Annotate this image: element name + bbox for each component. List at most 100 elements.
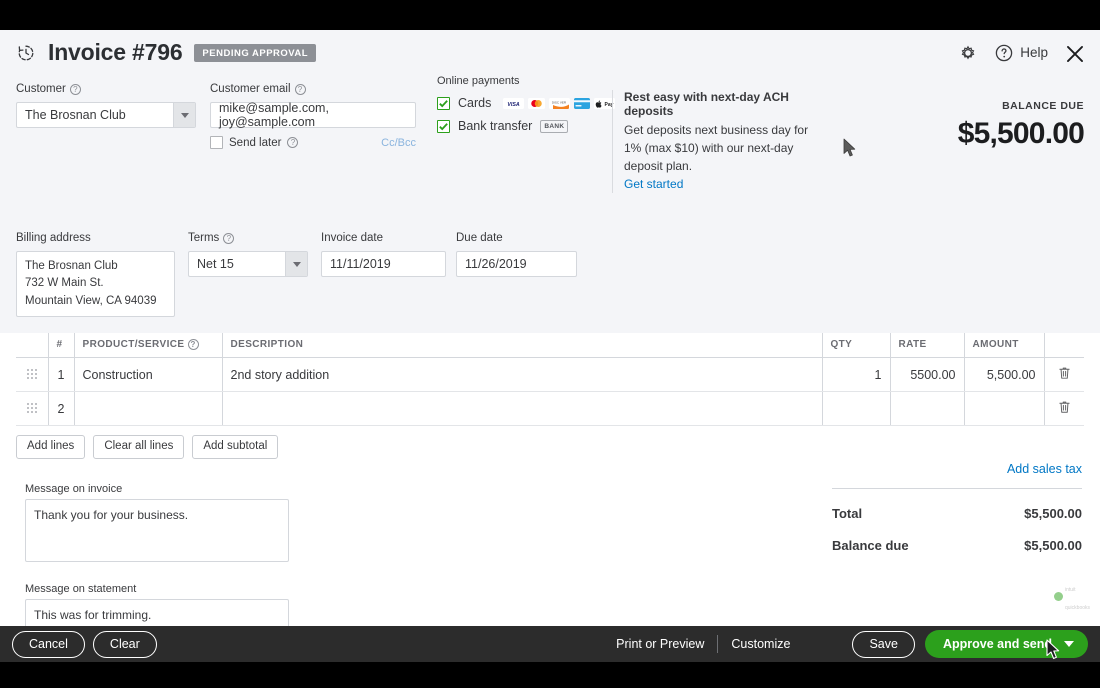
watermark-brand-top: intuit <box>1064 587 1076 593</box>
balance-due-display: BALANCE DUE $5,500.00 <box>958 100 1085 151</box>
question-circle-icon <box>994 43 1014 63</box>
header-right-group: Help <box>958 43 1084 63</box>
table-row[interactable]: 1 Construction 2nd story addition 1 5500… <box>16 357 1084 392</box>
bottom-center-links: Print or Preview Customize <box>616 635 790 653</box>
clear-button[interactable]: Clear <box>92 630 157 658</box>
question-mark-icon[interactable]: ? <box>287 137 299 148</box>
get-started-link[interactable]: Get started <box>624 177 683 191</box>
line-items-table-wrapper: # PRODUCT/SERVICE ? DESCRIPTION QTY RATE… <box>0 333 1100 426</box>
customer-field-group: Customer ? The Brosnan Club <box>16 83 196 128</box>
invoice-date-field-group: Invoice date 11/11/2019 <box>321 232 446 277</box>
drag-handle-icon[interactable] <box>16 391 48 426</box>
print-or-preview-button[interactable]: Print or Preview <box>616 637 704 651</box>
balance-due-row-value: $5,500.00 <box>1024 538 1082 553</box>
due-date-field-group: Due date 11/26/2019 <box>456 232 577 277</box>
row-rate[interactable] <box>889 391 964 426</box>
due-date-input[interactable]: 11/26/2019 <box>456 251 577 277</box>
close-icon[interactable] <box>1064 43 1084 63</box>
terms-field-group: Terms ? Net 15 <box>188 232 308 277</box>
total-row: Total $5,500.00 <box>832 506 1082 521</box>
billing-address-group: Billing address The Brosnan Club 732 W M… <box>16 232 175 317</box>
line-items-table: # PRODUCT/SERVICE ? DESCRIPTION QTY RATE… <box>16 333 1084 426</box>
customize-button[interactable]: Customize <box>731 637 790 651</box>
due-date-value: 11/26/2019 <box>465 257 527 271</box>
ach-promo-panel: Rest easy with next-day ACH deposits Get… <box>612 90 812 193</box>
approve-and-send-button[interactable]: Approve and send <box>924 630 1088 658</box>
chevron-down-icon[interactable] <box>1064 641 1074 647</box>
watermark-text: intuit quickbooks <box>1065 578 1090 614</box>
column-description: DESCRIPTION <box>221 333 822 358</box>
message-on-statement-label: Message on statement <box>25 583 137 595</box>
row-amount[interactable] <box>963 391 1044 426</box>
cards-checkbox[interactable] <box>437 96 450 110</box>
customer-input[interactable]: The Brosnan Club <box>16 102 196 128</box>
invoice-date-input[interactable]: 11/11/2019 <box>321 251 446 277</box>
page-title: Invoice #796 <box>48 39 183 65</box>
clear-all-lines-button[interactable]: Clear all lines <box>93 435 185 459</box>
balance-due-row: Balance due $5,500.00 <box>832 538 1082 553</box>
mastercard-logo <box>528 97 546 109</box>
totals-divider <box>832 488 1082 489</box>
delete-row-button[interactable] <box>1043 357 1084 392</box>
bottom-black-strip <box>0 662 1100 688</box>
column-rate: RATE <box>889 333 964 358</box>
message-on-invoice-input[interactable]: Thank you for your business. <box>25 499 289 562</box>
send-later-checkbox[interactable] <box>210 136 223 149</box>
terms-input[interactable]: Net 15 <box>188 251 308 277</box>
row-qty[interactable]: 1 <box>821 357 890 392</box>
total-value: $5,500.00 <box>1024 506 1082 521</box>
balance-due-label: BALANCE DUE <box>1002 100 1084 112</box>
row-description[interactable] <box>221 391 822 426</box>
column-handle <box>16 333 48 358</box>
quickbooks-logo-icon <box>1053 591 1063 601</box>
cc-bcc-link[interactable]: Cc/Bcc <box>381 137 416 149</box>
customer-email-value: mike@sample.com, joy@sample.com <box>219 101 329 129</box>
bank-transfer-checkbox[interactable] <box>437 119 450 133</box>
billing-address-line2: 732 W Main St. <box>25 277 104 290</box>
terms-label-text: Terms <box>188 232 220 244</box>
row-rate[interactable]: 5500.00 <box>889 357 964 392</box>
help-label: Help <box>1020 45 1048 60</box>
chevron-down-icon[interactable] <box>285 252 307 276</box>
delete-row-button[interactable] <box>1043 391 1084 426</box>
row-product-service[interactable] <box>73 391 222 426</box>
column-delete <box>1043 333 1084 358</box>
gear-icon[interactable] <box>958 43 978 63</box>
save-button[interactable]: Save <box>852 630 915 658</box>
add-subtotal-button[interactable]: Add subtotal <box>192 435 279 459</box>
send-later-label: Send later <box>229 136 282 149</box>
chevron-down-icon[interactable] <box>173 103 195 127</box>
table-row[interactable]: 2 <box>16 391 1084 426</box>
customer-email-field-group: Customer email ? mike@sample.com, joy@sa… <box>210 83 416 149</box>
top-black-strip <box>0 0 1100 30</box>
send-later-row: Send later ? Cc/Bcc <box>210 136 416 149</box>
online-payments-group: Online payments Cards VISA DISC VER Pay … <box>437 75 616 142</box>
question-mark-icon[interactable]: ? <box>69 83 81 95</box>
row-amount[interactable]: 5,500.00 <box>963 357 1044 392</box>
visa-logo: VISA <box>503 97 525 109</box>
row-qty[interactable] <box>821 391 890 426</box>
due-date-label: Due date <box>456 232 503 244</box>
column-qty: QTY <box>821 333 890 358</box>
svg-text:DISC VER: DISC VER <box>552 100 567 104</box>
totals-panel: Add sales tax Total $5,500.00 Balance du… <box>832 462 1082 553</box>
question-mark-icon[interactable]: ? <box>187 339 199 350</box>
add-lines-button[interactable]: Add lines <box>16 435 86 459</box>
row-product-service[interactable]: Construction <box>73 357 222 392</box>
drag-handle-icon[interactable] <box>16 357 48 392</box>
row-number: 2 <box>47 391 74 426</box>
cancel-button[interactable]: Cancel <box>12 630 85 658</box>
payment-option-bank-transfer[interactable]: Bank transfer BANK <box>437 119 607 133</box>
customer-email-input[interactable]: mike@sample.com, joy@sample.com <box>210 101 416 129</box>
billing-address-input[interactable]: The Brosnan Club 732 W Main St. Mountain… <box>16 251 175 317</box>
row-description[interactable]: 2nd story addition <box>221 357 822 392</box>
question-mark-icon[interactable]: ? <box>223 232 235 244</box>
add-sales-tax-link[interactable]: Add sales tax <box>832 462 1082 476</box>
help-button[interactable]: Help <box>994 43 1048 63</box>
customer-email-label: Customer email ? <box>210 83 416 95</box>
question-mark-icon[interactable]: ? <box>294 83 306 95</box>
bottom-action-bar: Cancel Clear Print or Preview Customize … <box>0 626 1100 662</box>
payment-option-cards[interactable]: Cards VISA DISC VER Pay <box>437 96 616 110</box>
invoice-date-value: 11/11/2019 <box>330 257 391 271</box>
billing-address-line3: Mountain View, CA 94039 <box>25 294 157 307</box>
